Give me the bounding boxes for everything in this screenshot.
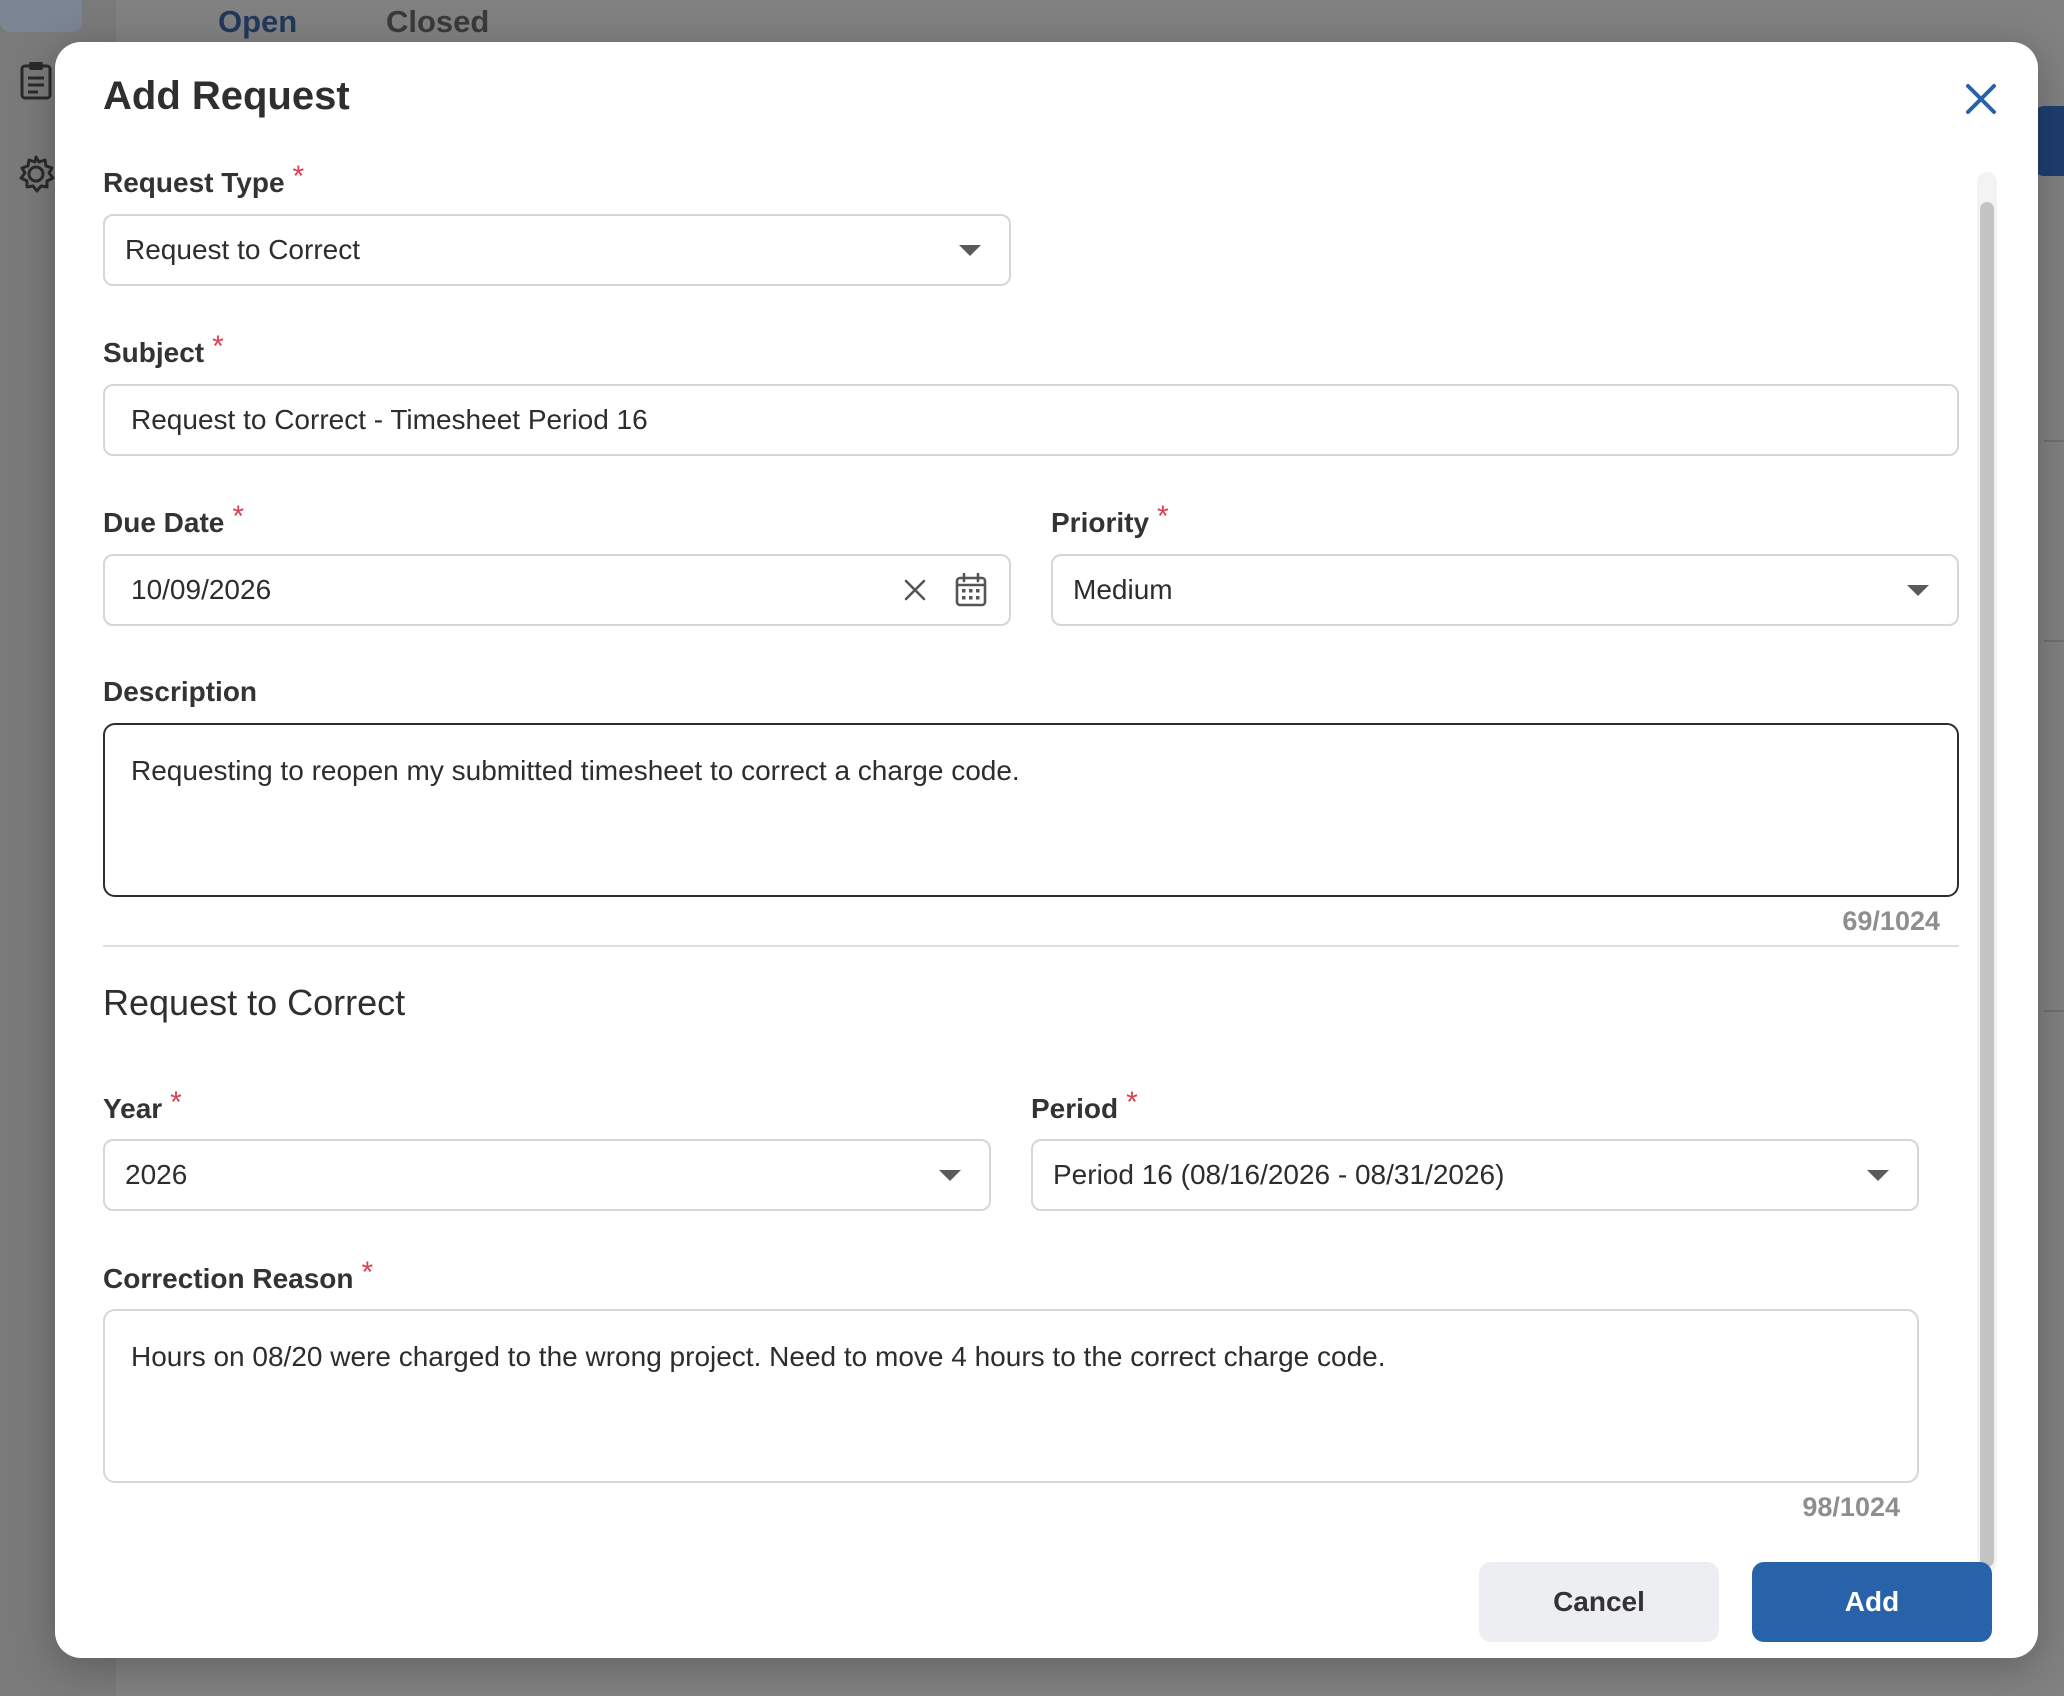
correction-reason-label: Correction Reason * [103,1256,373,1296]
chevron-down-icon [1907,585,1929,596]
subject-label: Subject * [103,330,224,370]
request-type-select[interactable]: Request to Correct [103,214,1011,286]
sidebar-item-active[interactable] [0,0,82,32]
year-value: 2026 [125,1159,188,1190]
due-date-label-text: Due Date [103,507,225,538]
clear-date-button[interactable] [903,578,927,602]
subject-input[interactable]: Request to Correct - Timesheet Period 16 [103,384,1959,456]
background-divider [2044,1010,2064,1012]
calendar-icon [955,573,987,607]
add-request-dialog: Add Request Request Type * Request to Cor… [55,42,2038,1658]
request-type-value: Request to Correct [125,234,360,265]
period-select[interactable]: Period 16 (08/16/2026 - 08/31/2026) [1031,1139,1919,1211]
description-label: Description [103,676,258,707]
background-divider [2044,640,2064,642]
correction-reason-textarea[interactable]: Hours on 08/20 were charged to the wrong… [103,1309,1919,1483]
chevron-down-icon [939,1170,961,1181]
scrollbar-thumb[interactable] [1980,202,1994,1567]
required-marker: * [1126,1086,1138,1119]
description-textarea[interactable]: Requesting to reopen my submitted timesh… [103,723,1959,897]
due-date-input[interactable]: 10/09/2026 [103,554,1011,626]
priority-label: Priority * [1051,500,1169,540]
priority-value: Medium [1073,574,1173,605]
year-label-text: Year [103,1093,163,1124]
tab-open[interactable]: Open [218,4,297,40]
correction-reason-char-counter: 98/1024 [1802,1492,1900,1522]
period-label-text: Period [1031,1093,1119,1124]
close-icon [1966,84,1996,114]
add-button[interactable]: Add [1752,1562,1992,1642]
close-button[interactable] [1958,76,2004,122]
period-label: Period * [1031,1086,1138,1126]
subject-value: Request to Correct - Timesheet Period 16 [131,404,648,435]
section-title: Request to Correct [103,982,406,1023]
description-char-counter: 69/1024 [1842,906,1940,936]
section-divider [103,945,1959,947]
clipboard-icon[interactable] [16,60,56,100]
year-label: Year * [103,1086,182,1126]
chevron-down-icon [1867,1170,1889,1181]
cancel-button[interactable]: Cancel [1479,1562,1719,1642]
gear-icon[interactable] [16,154,56,194]
request-type-label: Request Type * [103,160,304,200]
tab-closed[interactable]: Closed [386,4,489,40]
clear-icon [904,579,926,601]
required-marker: * [292,160,305,193]
subject-label-text: Subject [103,337,205,368]
request-type-label-text: Request Type [103,167,285,198]
calendar-button[interactable] [955,573,987,607]
required-marker: * [170,1086,182,1119]
required-marker: * [361,1256,374,1289]
background-divider [2044,440,2064,442]
priority-select[interactable]: Medium [1051,554,1959,626]
correction-reason-label-text: Correction Reason [103,1263,354,1294]
period-value: Period 16 (08/16/2026 - 08/31/2026) [1053,1159,1505,1190]
due-date-label: Due Date * [103,500,244,540]
due-date-value: 10/09/2026 [131,574,272,605]
required-marker: * [1157,500,1169,533]
required-marker: * [212,330,224,363]
background-action-button[interactable] [2034,106,2064,176]
required-marker: * [232,500,245,533]
year-select[interactable]: 2026 [103,1139,991,1211]
dialog-title: Add Request [103,74,350,118]
priority-label-text: Priority [1051,507,1150,538]
chevron-down-icon [959,245,981,256]
